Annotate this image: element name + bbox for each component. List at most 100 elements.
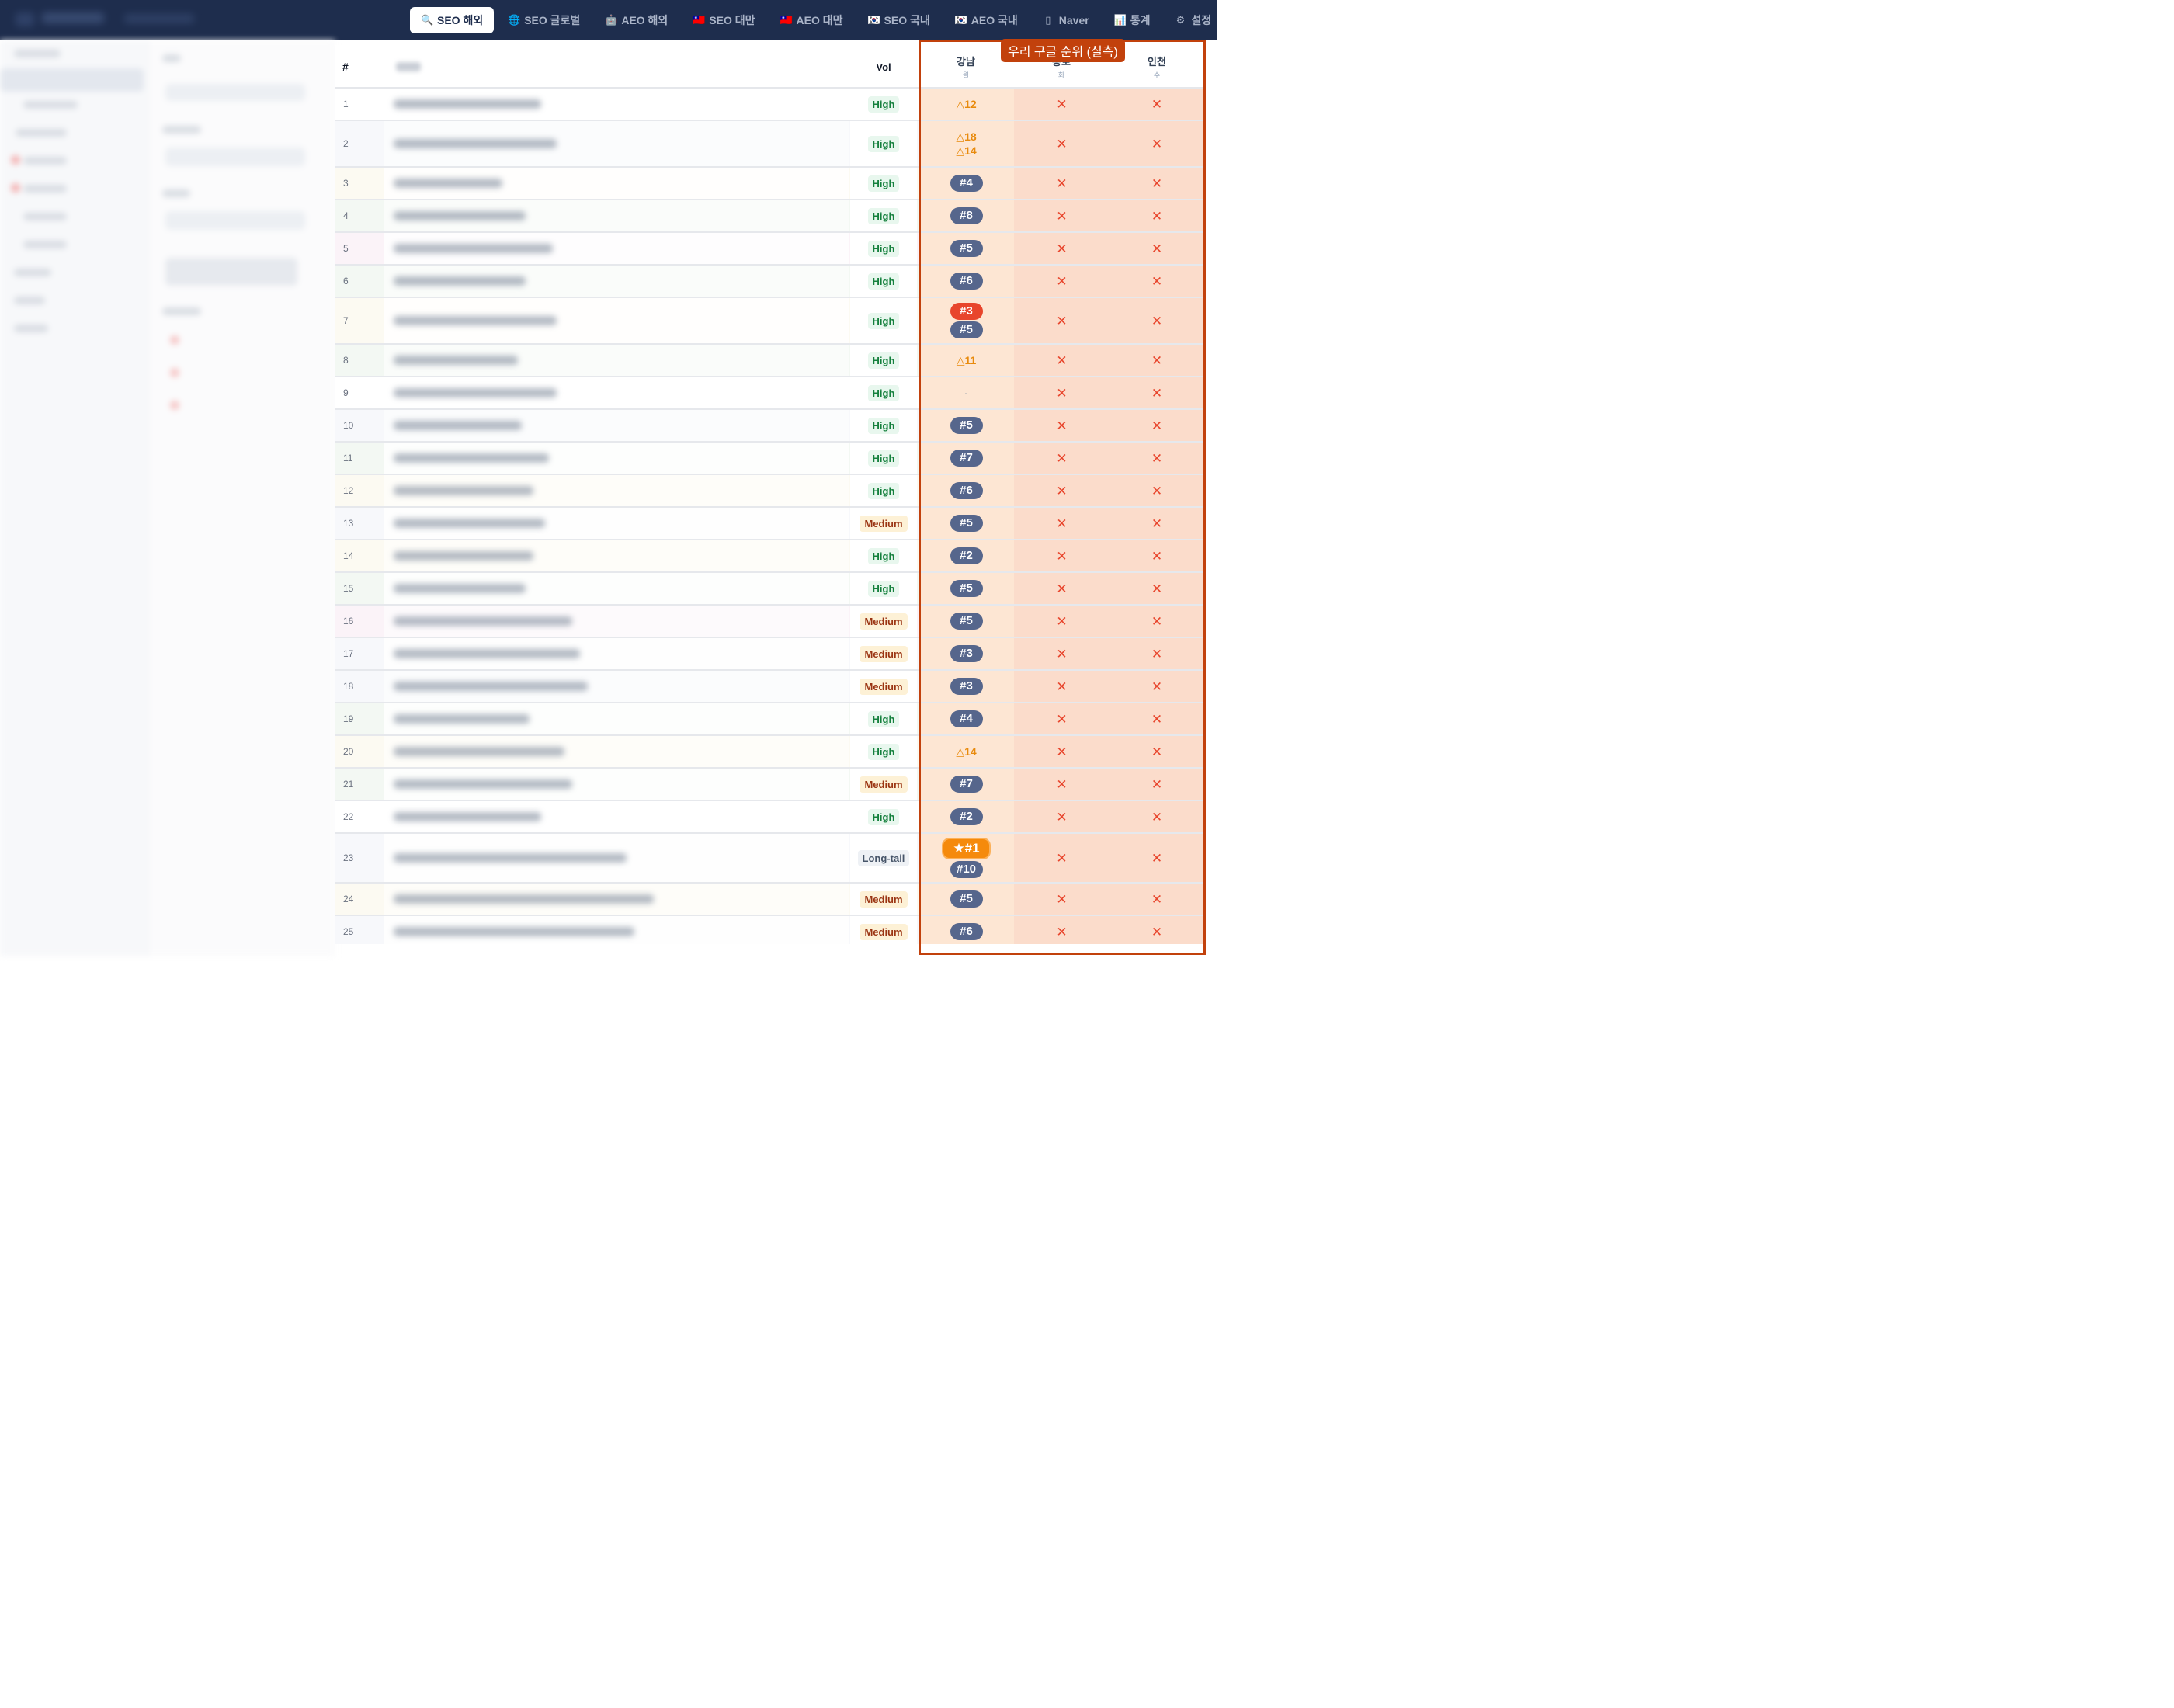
table-row[interactable]: 18 Medium #3 ✕ ✕: [335, 671, 1204, 703]
table-row[interactable]: 12 High #6 ✕ ✕: [335, 475, 1204, 508]
keyword-text-blurred: [394, 421, 522, 430]
row-number: 19: [343, 713, 354, 724]
row-number: 20: [343, 746, 354, 757]
rank-badge: #3: [950, 645, 983, 662]
volume-badge: High: [867, 384, 900, 401]
volume-badge: High: [867, 710, 900, 727]
not-ranked-x-icon: ✕: [1056, 241, 1068, 256]
table-row[interactable]: 9 High - ✕ ✕: [335, 377, 1204, 410]
keyword-cell-blurred: [384, 638, 849, 669]
table-row[interactable]: 25 Medium #6 ✕ ✕: [335, 916, 1204, 944]
tab-6[interactable]: 🇰🇷 AEO 국내: [944, 7, 1029, 33]
row-number: 6: [343, 276, 349, 286]
globe-icon: 🌐: [508, 14, 521, 26]
table-row[interactable]: 16 Medium #5 ✕ ✕: [335, 606, 1204, 638]
tab-3[interactable]: 🇹🇼 SEO 대만: [682, 7, 766, 33]
not-ranked-x-icon: ✕: [1056, 891, 1068, 907]
rank-badge: #5: [950, 580, 983, 597]
row-number: 15: [343, 583, 354, 594]
not-ranked-x-icon: ✕: [1151, 385, 1163, 401]
not-ranked-x-icon: ✕: [1151, 418, 1163, 433]
table-row[interactable]: 3 High #4 ✕ ✕: [335, 168, 1204, 200]
highlight-label: 우리 구글 순위 (실측): [1001, 39, 1125, 62]
header-volume[interactable]: Vol: [851, 45, 916, 89]
table-row[interactable]: 15 High #5 ✕ ✕: [335, 573, 1204, 606]
volume-cell: High: [850, 443, 917, 474]
row-number: 18: [343, 681, 354, 692]
rank-cell-incheon: ✕: [1110, 410, 1204, 441]
not-ranked-x-icon: ✕: [1151, 352, 1163, 368]
keyword-text-blurred: [394, 927, 634, 936]
table-row[interactable]: 4 High #8 ✕ ✕: [335, 200, 1204, 233]
row-number: 7: [343, 315, 349, 326]
keyword-text-blurred: [394, 747, 564, 756]
table-row[interactable]: 5 High #5 ✕ ✕: [335, 233, 1204, 266]
not-ranked-x-icon: ✕: [1056, 516, 1068, 531]
header-location-day: 화: [1057, 71, 1065, 79]
table-row[interactable]: 20 High △14 ✕ ✕: [335, 736, 1204, 769]
not-ranked-x-icon: ✕: [1056, 352, 1068, 368]
volume-badge: High: [867, 273, 900, 290]
table-row[interactable]: 8 High △11 ✕ ✕: [335, 345, 1204, 377]
tab-8[interactable]: 📊 통계: [1103, 7, 1162, 33]
not-ranked-x-icon: ✕: [1056, 483, 1068, 498]
not-ranked-x-icon: ✕: [1151, 924, 1163, 939]
korea-flag-icon: 🇰🇷: [867, 14, 880, 26]
table-row[interactable]: 22 High #2 ✕ ✕: [335, 801, 1204, 834]
rank-badge: #3: [950, 678, 983, 695]
tab-7[interactable]: ▯ Naver: [1032, 7, 1100, 33]
rank-cell-jongno: ✕: [1014, 834, 1110, 882]
table-row[interactable]: 23 Long-tail ★#1 #10 ✕ ✕: [335, 834, 1204, 884]
header-number: #: [342, 61, 349, 73]
not-ranked-x-icon: ✕: [1151, 516, 1163, 531]
rank-cell-incheon: ✕: [1110, 638, 1204, 669]
top-nav-bar: 🔍 SEO 해외 🌐 SEO 글로벌 🤖 AEO 해외 🇹🇼 SEO 대만 🇹🇼 AEO 대만 🇰🇷…: [0, 0, 1217, 40]
volume-cell: High: [850, 703, 917, 734]
not-ranked-x-icon: ✕: [1151, 744, 1163, 759]
table-row[interactable]: 14 High #2 ✕ ✕: [335, 540, 1204, 573]
row-number: 17: [343, 648, 354, 659]
keyword-cell-blurred: [384, 736, 849, 767]
volume-cell: Medium: [850, 884, 917, 915]
table-row[interactable]: 19 High #4 ✕ ✕: [335, 703, 1204, 736]
keyword-text-blurred: [394, 139, 557, 148]
tab-2[interactable]: 🤖 AEO 해외: [594, 7, 679, 33]
row-number: 13: [343, 518, 354, 529]
table-row[interactable]: 2 High △18 △14 ✕ ✕: [335, 121, 1204, 168]
table-row[interactable]: 11 High #7 ✕ ✕: [335, 443, 1204, 475]
keyword-text-blurred: [394, 551, 533, 561]
tab-label: 설정: [1191, 14, 1212, 26]
row-number: 21: [343, 779, 354, 790]
table-row[interactable]: 13 Medium #5 ✕ ✕: [335, 508, 1204, 540]
tab-1[interactable]: 🌐 SEO 글로벌: [497, 7, 591, 33]
table-row[interactable]: 1 High △12 ✕ ✕: [335, 89, 1204, 121]
rank-cell-jongno: ✕: [1014, 884, 1110, 915]
row-number: 2: [343, 138, 349, 149]
table-row[interactable]: 10 High #5 ✕ ✕: [335, 410, 1204, 443]
not-ranked-x-icon: ✕: [1151, 581, 1163, 596]
not-ranked-x-icon: ✕: [1151, 850, 1163, 866]
volume-cell: Medium: [850, 638, 917, 669]
tab-5[interactable]: 🇰🇷 SEO 국내: [857, 7, 941, 33]
not-ranked-x-icon: ✕: [1151, 313, 1163, 328]
tab-0[interactable]: 🔍 SEO 해외: [410, 7, 495, 33]
volume-badge: Medium: [860, 776, 908, 793]
table-row[interactable]: 21 Medium #7 ✕ ✕: [335, 769, 1204, 801]
table-row[interactable]: 7 High #3 #5 ✕ ✕: [335, 298, 1204, 345]
not-ranked-x-icon: ✕: [1056, 96, 1068, 112]
keyword-text-blurred: [394, 316, 557, 325]
rank-cell-jongno: ✕: [1014, 121, 1110, 166]
rank-cell-gangnam: #6: [919, 916, 1014, 944]
keyword-cell-blurred: [384, 345, 849, 376]
rank-cell-gangnam: #3: [919, 638, 1014, 669]
keyword-text-blurred: [394, 584, 526, 593]
table-row[interactable]: 6 High #6 ✕ ✕: [335, 266, 1204, 298]
table-row[interactable]: 17 Medium #3 ✕ ✕: [335, 638, 1204, 671]
rank-cell-jongno: ✕: [1014, 801, 1110, 832]
tab-4[interactable]: 🇹🇼 AEO 대만: [769, 7, 854, 33]
table-row[interactable]: 24 Medium #5 ✕ ✕: [335, 884, 1204, 916]
not-ranked-x-icon: ✕: [1056, 273, 1068, 289]
keyword-cell-blurred: [384, 606, 849, 637]
tab-9[interactable]: ⚙ 설정: [1164, 7, 1222, 33]
keyword-text-blurred: [394, 519, 545, 528]
